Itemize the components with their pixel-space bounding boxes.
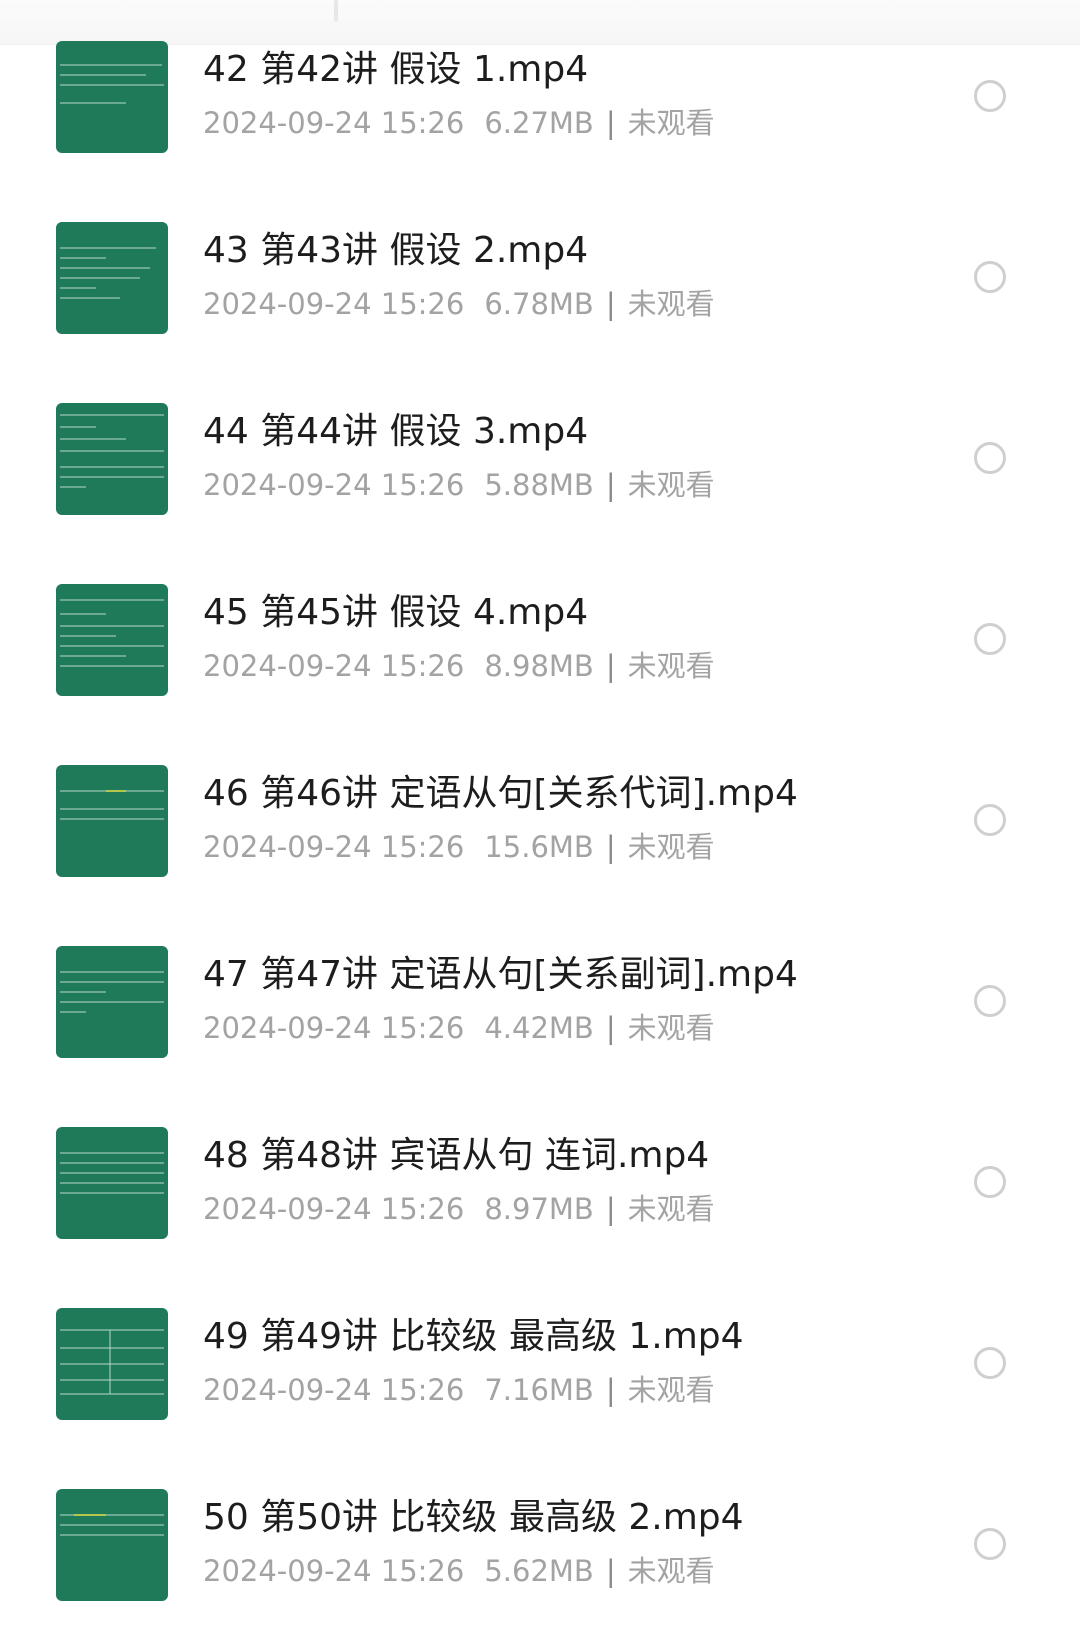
video-title: 47 第47讲 定语从句[关系副词].mp4 [203,954,798,995]
watch-status: 未观看 [627,1373,715,1407]
video-title: 45 第45讲 假设 4.mp4 [203,592,589,633]
meta-separator: | [605,287,616,321]
meta-separator: | [605,649,616,683]
video-size: 15.6MB [484,830,594,864]
video-meta: 2024-09-24 15:26 6.27MB | 未观看 [203,105,715,141]
video-size: 8.97MB [484,1192,594,1226]
video-date: 2024-09-24 15:26 [203,1192,465,1226]
select-radio-icon[interactable] [974,442,1006,474]
video-meta: 2024-09-24 15:26 5.62MB | 未观看 [203,1553,715,1589]
video-size: 5.88MB [484,468,594,502]
video-date: 2024-09-24 15:26 [203,1373,465,1407]
watch-status: 未观看 [627,468,715,502]
video-meta: 2024-09-24 15:26 8.98MB | 未观看 [203,648,715,684]
video-size: 5.62MB [484,1554,594,1588]
video-thumbnail-icon [56,1308,168,1420]
list-item[interactable]: 45 第45讲 假设 4.mp4 2024-09-24 15:26 8.98MB |… [0,543,1080,723]
video-size: 8.98MB [484,649,594,683]
video-date: 2024-09-24 15:26 [203,287,465,321]
list-item[interactable]: 46 第46讲 定语从句[关系代词].mp4 2024-09-24 15:26 1… [0,724,1080,904]
watch-status: 未观看 [627,1554,715,1588]
watch-status: 未观看 [627,1192,715,1226]
video-title: 44 第44讲 假设 3.mp4 [203,411,589,452]
video-date: 2024-09-24 15:26 [203,1011,465,1045]
list-item[interactable]: 42 第42讲 假设 1.mp4 2024-09-24 15:26 6.27MB |… [0,0,1080,180]
video-thumbnail-icon [56,1127,168,1239]
select-radio-icon[interactable] [974,80,1006,112]
list-item[interactable]: 47 第47讲 定语从句[关系副词].mp4 2024-09-24 15:26 4… [0,905,1080,1085]
video-thumbnail-icon [56,584,168,696]
video-size: 6.78MB [484,287,594,321]
video-title: 49 第49讲 比较级 最高级 1.mp4 [203,1316,744,1357]
list-item[interactable]: 48 第48讲 宾语从句 连词.mp4 2024-09-24 15:26 8.97… [0,1086,1080,1266]
video-meta: 2024-09-24 15:26 4.42MB | 未观看 [203,1010,715,1046]
meta-separator: | [605,830,616,864]
video-size: 6.27MB [484,106,594,140]
video-thumbnail-icon [56,1489,168,1601]
select-radio-icon[interactable] [974,261,1006,293]
video-date: 2024-09-24 15:26 [203,468,465,502]
video-size: 7.16MB [484,1373,594,1407]
watch-status: 未观看 [627,287,715,321]
video-meta: 2024-09-24 15:26 6.78MB | 未观看 [203,286,715,322]
watch-status: 未观看 [627,106,715,140]
video-date: 2024-09-24 15:26 [203,1554,465,1588]
video-date: 2024-09-24 15:26 [203,649,465,683]
video-date: 2024-09-24 15:26 [203,106,465,140]
select-radio-icon[interactable] [974,1528,1006,1560]
video-thumbnail-icon [56,765,168,877]
video-thumbnail-icon [56,222,168,334]
video-title: 50 第50讲 比较级 最高级 2.mp4 [203,1497,744,1538]
video-meta: 2024-09-24 15:26 8.97MB | 未观看 [203,1191,715,1227]
video-meta: 2024-09-24 15:26 5.88MB | 未观看 [203,467,715,503]
watch-status: 未观看 [627,649,715,683]
video-meta: 2024-09-24 15:26 15.6MB | 未观看 [203,829,715,865]
select-radio-icon[interactable] [974,623,1006,655]
video-size: 4.42MB [484,1011,594,1045]
video-thumbnail-icon [56,403,168,515]
video-title: 46 第46讲 定语从句[关系代词].mp4 [203,773,798,814]
video-date: 2024-09-24 15:26 [203,830,465,864]
meta-separator: | [605,1554,616,1588]
meta-separator: | [605,1373,616,1407]
video-title: 42 第42讲 假设 1.mp4 [203,49,589,90]
video-title: 48 第48讲 宾语从句 连词.mp4 [203,1135,710,1176]
video-thumbnail-icon [56,946,168,1058]
meta-separator: | [605,1192,616,1226]
video-meta: 2024-09-24 15:26 7.16MB | 未观看 [203,1372,715,1408]
select-radio-icon[interactable] [974,1166,1006,1198]
watch-status: 未观看 [627,1011,715,1045]
meta-separator: | [605,106,616,140]
list-item[interactable]: 49 第49讲 比较级 最高级 1.mp4 2024-09-24 15:26 7.… [0,1267,1080,1447]
watch-status: 未观看 [627,830,715,864]
meta-separator: | [605,468,616,502]
list-item[interactable]: 44 第44讲 假设 3.mp4 2024-09-24 15:26 5.88MB |… [0,362,1080,542]
video-title: 43 第43讲 假设 2.mp4 [203,230,589,271]
select-radio-icon[interactable] [974,985,1006,1017]
list-item[interactable]: 50 第50讲 比较级 最高级 2.mp4 2024-09-24 15:26 5.… [0,1448,1080,1628]
video-thumbnail-icon [56,41,168,153]
select-radio-icon[interactable] [974,1347,1006,1379]
meta-separator: | [605,1011,616,1045]
select-radio-icon[interactable] [974,804,1006,836]
list-item[interactable]: 43 第43讲 假设 2.mp4 2024-09-24 15:26 6.78MB |… [0,181,1080,361]
